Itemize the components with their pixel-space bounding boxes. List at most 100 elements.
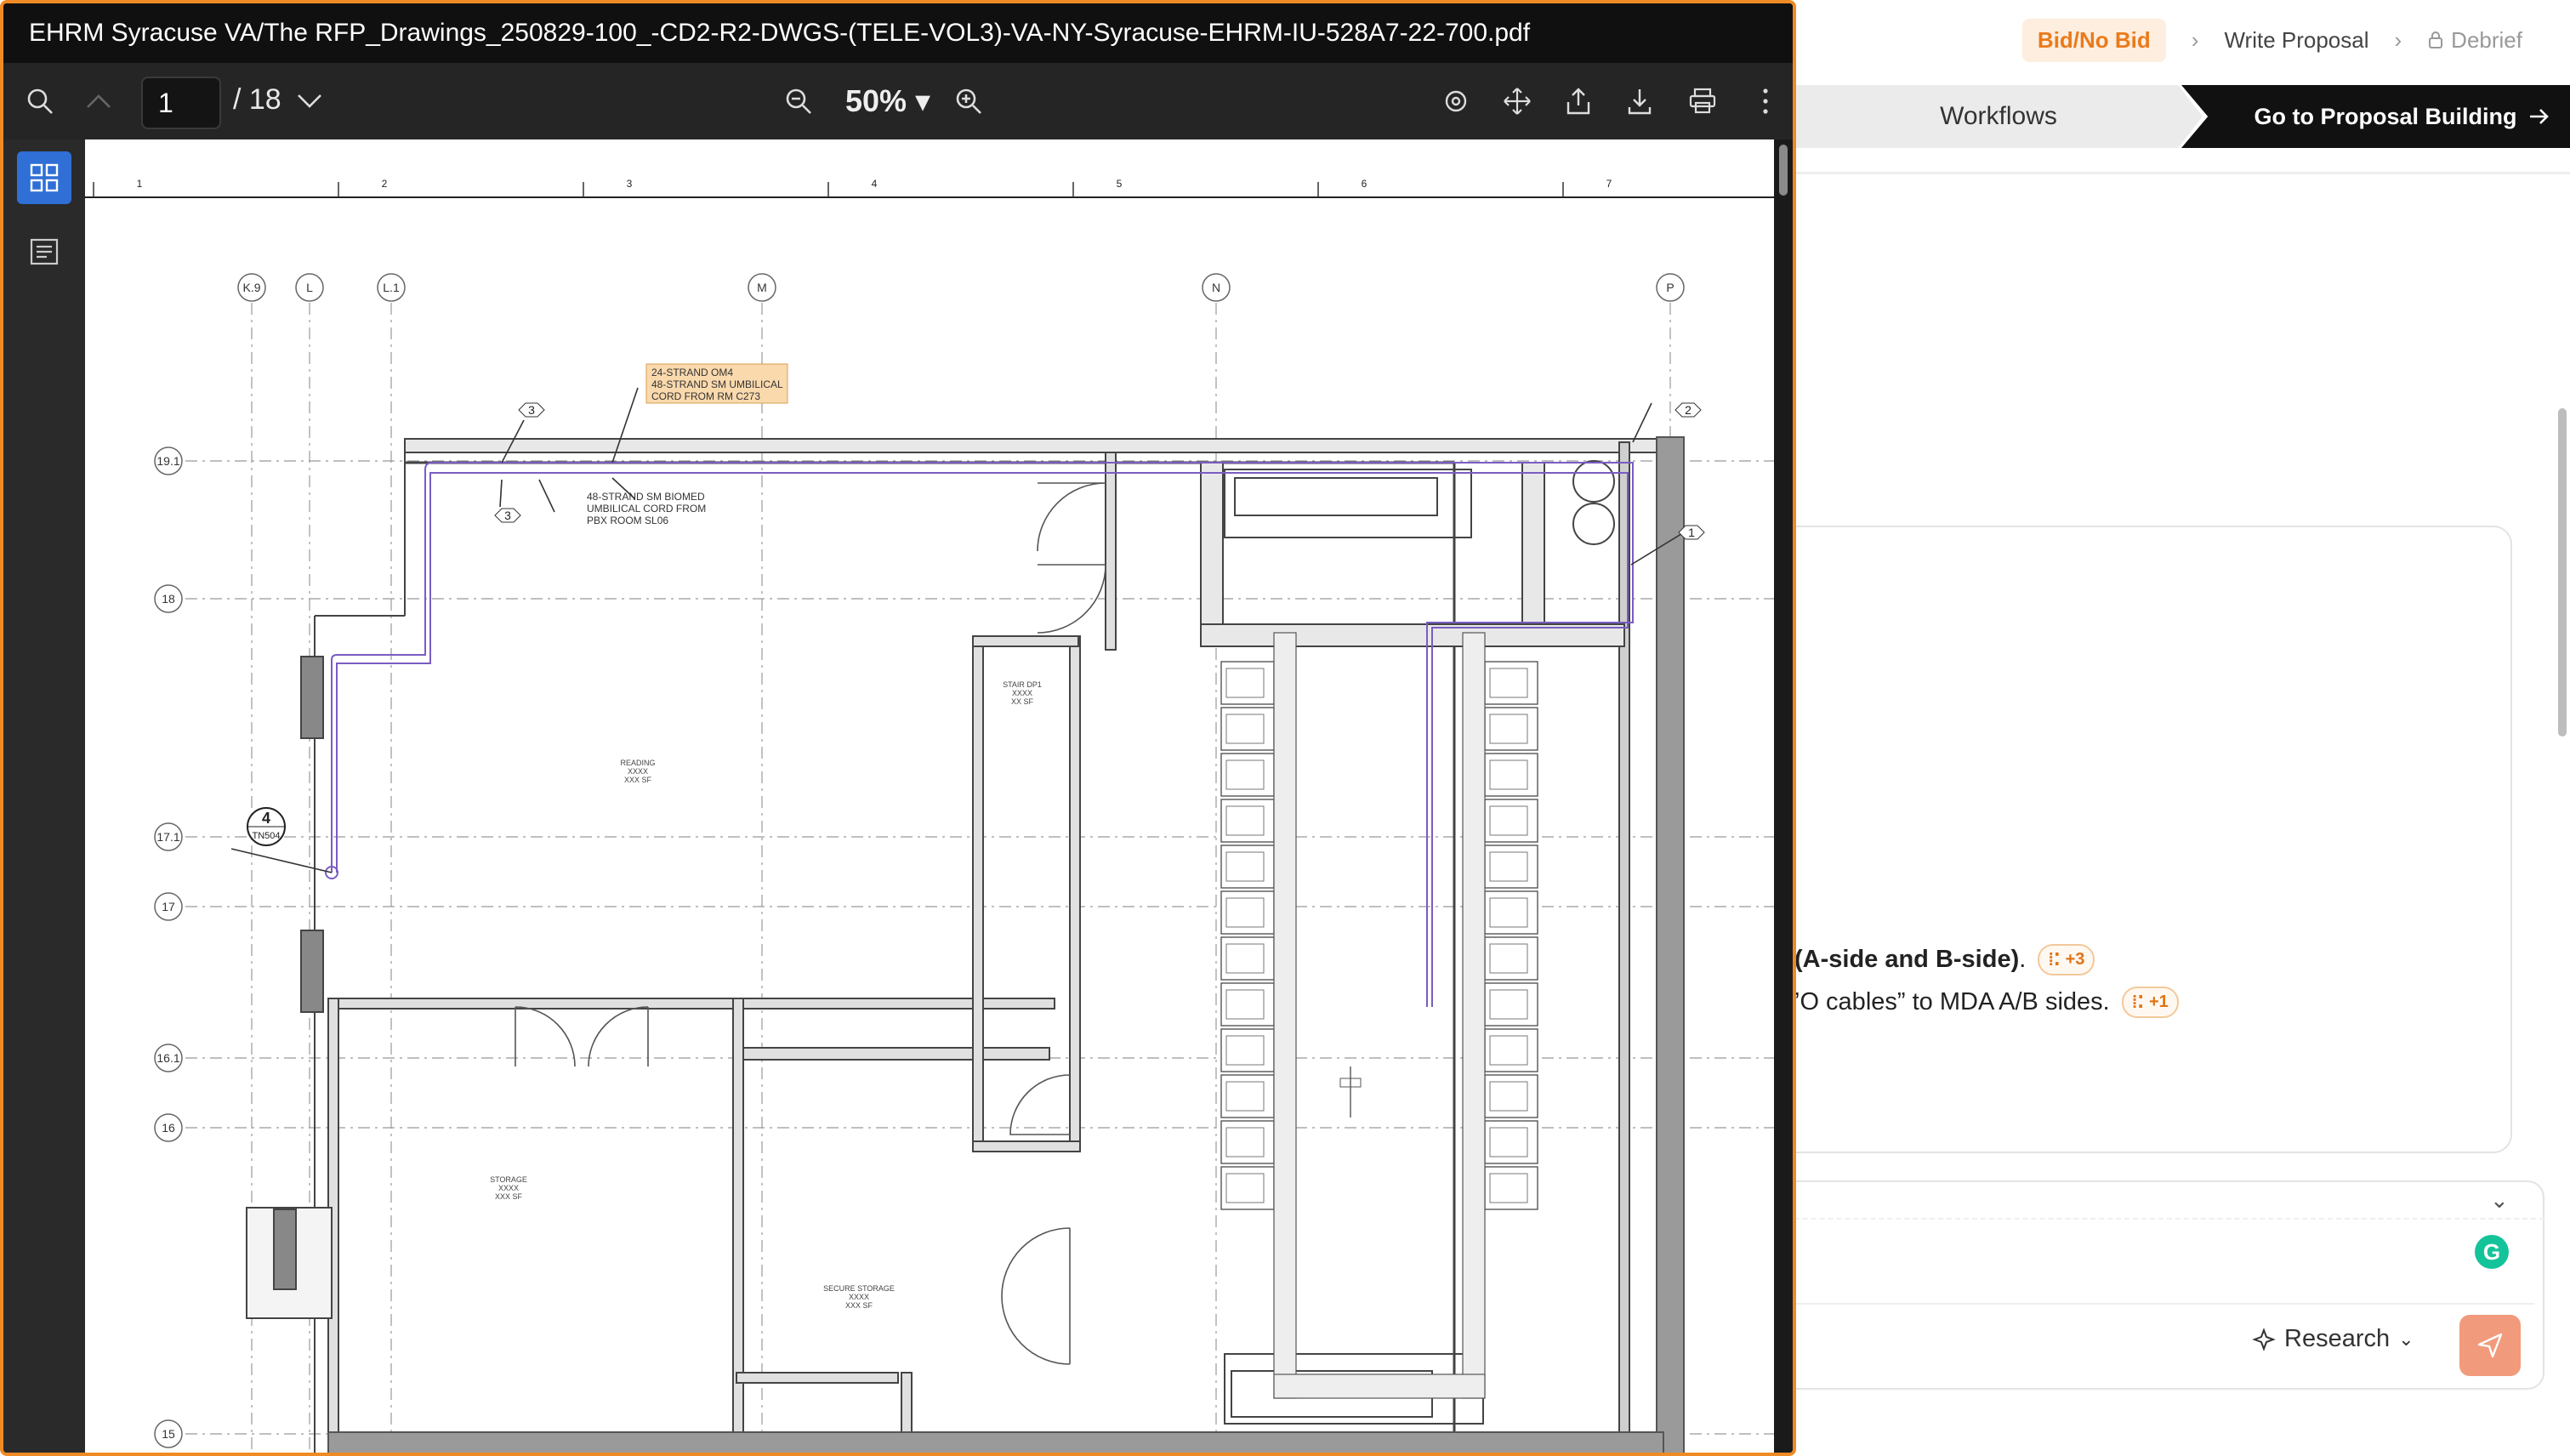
detail-tag-sheet: TN504 [252, 831, 280, 841]
proposal-tabs: Workflows Go to Proposal Building [1794, 85, 2570, 148]
room-storage-name: STORAGE [490, 1175, 527, 1184]
ruler-label: 7 [1606, 178, 1612, 190]
pdf-vertical-scrollbar[interactable] [1774, 139, 1793, 1453]
chevron-down-icon: ⌄ [2398, 1328, 2414, 1350]
citation-badge[interactable]: ⁞⁚ +1 [2121, 987, 2179, 1018]
thumbnails-icon[interactable] [17, 151, 71, 204]
workflow-steps: Bid/No Bid › Write Proposal › Debrief [2021, 18, 2522, 62]
citation-count: +1 [2148, 992, 2169, 1011]
composer-divider [1794, 1303, 2534, 1305]
page-total: / 18 [233, 83, 281, 116]
chat-line-1: (A-side and B-side). ⁞⁚ +3 [1794, 944, 2095, 975]
citation-badge[interactable]: ⁞⁚ +3 [2038, 944, 2095, 975]
top-ruler: 1 2 3 4 5 6 7 [85, 178, 1774, 198]
room-stair-num: XXXX [1012, 689, 1032, 697]
grammarly-icon[interactable]: G [2475, 1235, 2509, 1269]
step-write-proposal[interactable]: Write Proposal [2224, 27, 2368, 54]
floor-plan-drawing: 1 2 3 4 5 6 7 K.9 L L.1 M N P 19.1 18 17.1 17 16.1 16 15 [85, 178, 1774, 1453]
prev-page-icon[interactable] [80, 78, 117, 124]
chat-line-1-bold: (A-side and B-side) [1794, 946, 2020, 973]
biomed-line-1: 48-STRAND SM BIOMED [587, 491, 705, 503]
column-grid-label: L.1 [383, 281, 400, 294]
chat-response-card [1735, 526, 2512, 1153]
room-secure-area: XXX SF [845, 1301, 873, 1310]
pdf-viewer-window: EHRM Syracuse VA/The RFP_Drawings_250829… [0, 0, 1796, 1456]
callout-line-3: CORD FROM RM C273 [651, 390, 760, 402]
tab-workflows[interactable]: Workflows [1794, 85, 2203, 148]
room-stair-name: STAIR DP1 [1003, 680, 1042, 689]
outline-icon[interactable] [17, 226, 71, 277]
cable-tray-right [1462, 632, 1486, 1399]
tab-workflows-label: Workflows [1940, 102, 2057, 130]
equipment-racks [1220, 632, 1538, 1399]
detail-tag: 4 TN504 [247, 807, 286, 846]
ruler-label: 4 [872, 178, 878, 190]
step-bid-no-bid[interactable]: Bid/No Bid [2021, 18, 2166, 62]
room-reading-name: READING [620, 759, 655, 767]
chat-line-1-tail: . [2019, 946, 2027, 973]
row-grid-label: 17 [162, 900, 175, 913]
room-storage-num: XXXX [498, 1184, 519, 1192]
room-reading-area: XXX SF [624, 776, 652, 784]
column-grid-label: L [306, 281, 313, 294]
column-grid-label: K.9 [242, 281, 260, 294]
biomed-line-2: UMBILICAL CORD FROM [587, 503, 706, 515]
ruler-marks: 1 2 3 4 5 6 7 [93, 178, 1612, 197]
next-page-icon[interactable] [291, 78, 328, 124]
room-secure-name: SECURE STORAGE [823, 1284, 895, 1293]
chevron-right-icon: › [2394, 26, 2402, 53]
pan-icon[interactable] [1498, 78, 1536, 124]
pdf-page-canvas[interactable]: 1 2 3 4 5 6 7 K.9 L L.1 M N P 19.1 18 17.1 17 16.1 16 15 [85, 139, 1774, 1453]
pdf-scroll-thumb[interactable] [1779, 145, 1788, 196]
send-button[interactable] [2459, 1315, 2521, 1376]
citation-count: +3 [2065, 950, 2085, 969]
pdf-title: EHRM Syracuse VA/The RFP_Drawings_250829… [29, 19, 1531, 47]
zoom-in-icon[interactable] [947, 78, 990, 124]
search-icon[interactable] [19, 78, 61, 124]
row-grid-label: 16 [162, 1121, 175, 1135]
app-scrollbar[interactable] [2558, 408, 2567, 737]
chat-line-2: ’O cables” to MDA A/B sides. ⁞⁚ +1 [1794, 987, 2179, 1018]
research-mode-button[interactable]: Research ⌄ [2252, 1325, 2414, 1353]
go-to-proposal-building-button[interactable]: Go to Proposal Building [2181, 85, 2570, 148]
tag-3b: 3 [504, 509, 511, 522]
chevron-right-icon: › [2191, 26, 2199, 53]
ruler-label: 2 [382, 178, 388, 190]
header-divider [1794, 172, 2570, 174]
callout-line-1: 24-STRAND OM4 [651, 367, 733, 378]
download-icon[interactable] [1621, 78, 1658, 124]
chevron-down-icon[interactable]: ⌄ [2490, 1187, 2509, 1214]
pdf-title-bar: EHRM Syracuse VA/The RFP_Drawings_250829… [3, 3, 1793, 63]
row-grid-label: 16.1 [156, 1051, 179, 1065]
zoom-out-icon[interactable] [777, 78, 820, 124]
research-mode-label: Research [2284, 1325, 2391, 1352]
arrow-right-icon [2530, 109, 2550, 124]
ruler-label: 3 [627, 178, 633, 190]
step-debrief-label: Debrief [2451, 26, 2522, 53]
composer-context-row[interactable] [1743, 1180, 2544, 1220]
share-icon[interactable] [1560, 78, 1597, 124]
rotate-icon[interactable] [1437, 78, 1475, 124]
zoom-level-select[interactable]: 50% ▾ [845, 83, 930, 119]
room-labels: READING XXXX XXX SF STAIR DP1 XXXX XX SF… [490, 680, 1042, 1310]
step-debrief[interactable]: Debrief [2427, 27, 2522, 54]
go-to-proposal-building-label: Go to Proposal Building [2254, 103, 2517, 129]
tag-1: 1 [1688, 526, 1695, 539]
room-secure-num: XXXX [849, 1293, 869, 1301]
sparkle-icon [2252, 1327, 2276, 1351]
cable-tray-bottom [1273, 1374, 1486, 1399]
citation-icon: ⁞⁚ [2131, 993, 2144, 1012]
column-grid-label: M [757, 281, 767, 294]
room-stair-area: XX SF [1011, 697, 1034, 706]
fiber-callout: 24-STRAND OM4 48-STRAND SM UMBILICAL COR… [645, 363, 788, 404]
chat-line-2-text: ’O cables” to MDA A/B sides. [1794, 988, 2110, 1015]
more-icon[interactable] [1748, 78, 1783, 124]
cable-tray-left [1273, 632, 1297, 1399]
row-grid-label: 19.1 [156, 454, 179, 468]
ruler-label: 5 [1117, 178, 1123, 190]
room-storage-area: XXX SF [495, 1192, 523, 1201]
print-icon[interactable] [1684, 78, 1721, 124]
page-number-input[interactable] [141, 77, 221, 129]
lock-icon [2429, 31, 2443, 48]
ruler-label: 1 [137, 178, 143, 190]
